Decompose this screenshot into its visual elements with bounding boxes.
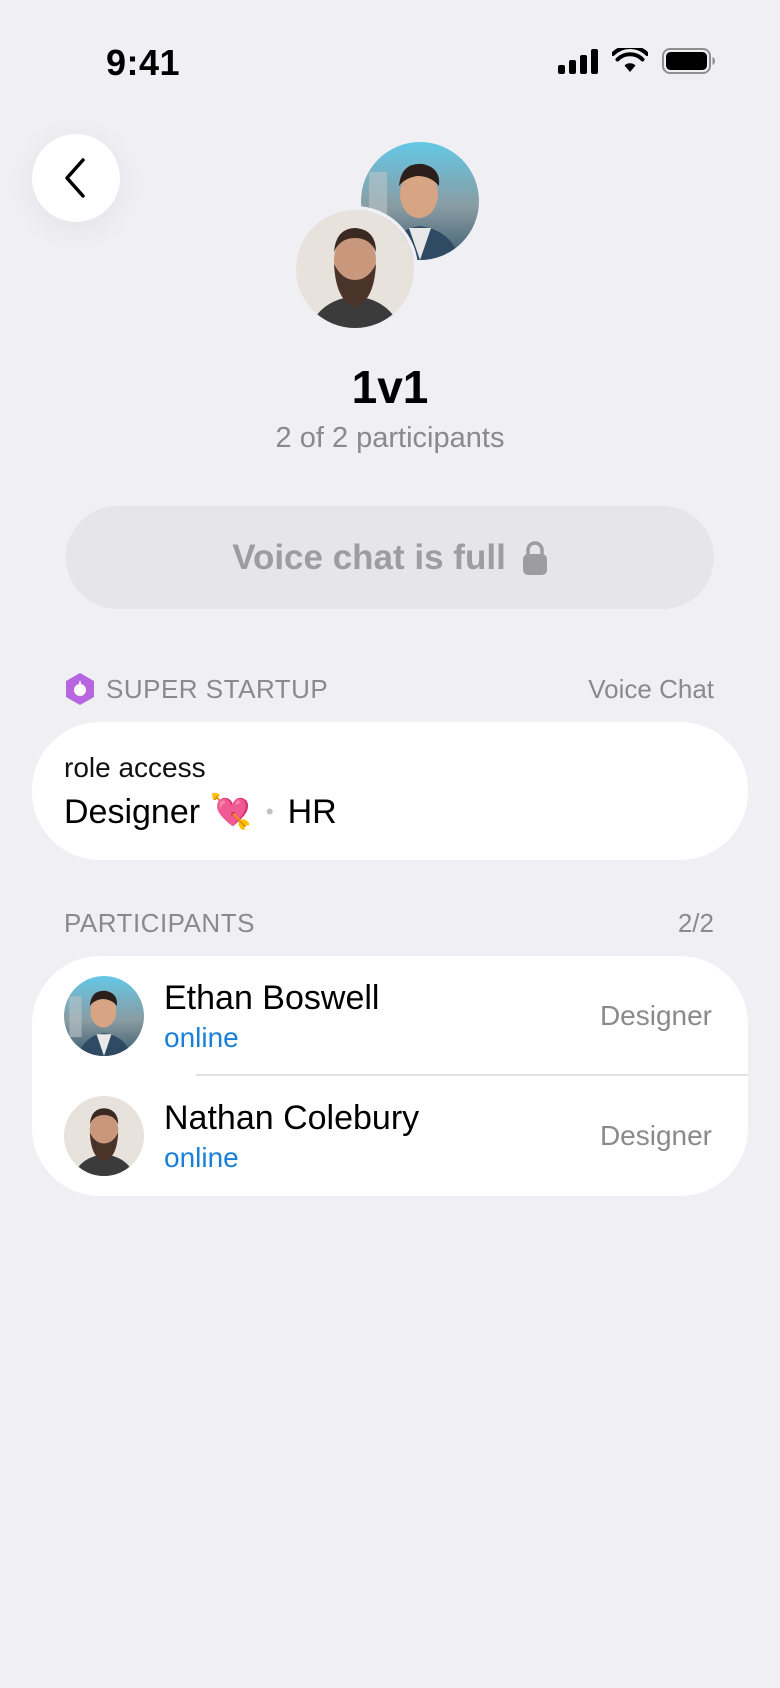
- participant-status: online: [164, 1021, 239, 1053]
- avatar: [292, 206, 418, 332]
- chat-type-label: Voice Chat: [588, 673, 714, 704]
- participants-list: Ethan Boswell online Designer Nathan Col…: [32, 956, 748, 1196]
- role-access-label: role access: [64, 752, 206, 783]
- participant-info: Nathan Colebury online: [164, 1099, 600, 1174]
- chat-title: 1v1: [351, 361, 429, 413]
- participant-row[interactable]: Nathan Colebury online Designer: [64, 1076, 748, 1196]
- avatar: [64, 976, 144, 1056]
- participant-row[interactable]: Ethan Boswell online Designer: [64, 956, 748, 1076]
- avatar: [64, 1096, 144, 1176]
- participant-name: Ethan Boswell: [164, 978, 380, 1017]
- status-bar: 9:41: [0, 0, 780, 130]
- role-list: Designer 💘 • HR: [64, 792, 716, 832]
- battery-icon: [662, 48, 715, 74]
- lock-icon: [522, 540, 547, 575]
- status-time: 9:41: [106, 42, 181, 83]
- role-access-card: role access Designer 💘 • HR: [32, 722, 748, 860]
- org-logo-icon: [66, 673, 94, 705]
- status-icons: [558, 48, 716, 74]
- participant-name: Nathan Colebury: [164, 1098, 420, 1137]
- participant-role: Designer: [599, 1000, 712, 1031]
- participants-header: PARTICIPANTS 2/2: [64, 908, 714, 939]
- participant-avatar-stack: [292, 138, 492, 333]
- participants-count: 2/2: [677, 908, 714, 938]
- join-voice-chat-button[interactable]: Voice chat is full: [66, 506, 714, 609]
- back-button[interactable]: [32, 134, 120, 222]
- org-name: SUPER STARTUP: [106, 673, 329, 704]
- wifi-icon: [612, 48, 648, 72]
- cellular-signal-icon: [558, 48, 598, 74]
- participants-header-label: PARTICIPANTS: [64, 908, 255, 938]
- participant-status: online: [164, 1141, 239, 1173]
- org-header: SUPER STARTUP Voice Chat: [64, 672, 714, 706]
- role-tag: Designer 💘: [64, 793, 252, 831]
- participants-summary: 2 of 2 participants: [275, 422, 505, 454]
- participant-info: Ethan Boswell online: [164, 979, 600, 1054]
- separator-dot: •: [265, 799, 274, 824]
- voice-chat-screen: 9:41 1v1 2 of 2 participants Voice chat …: [0, 0, 780, 1688]
- role-tag: HR: [287, 792, 337, 831]
- join-button-label: Voice chat is full: [232, 537, 506, 577]
- chevron-left-icon: [65, 158, 85, 198]
- participant-role: Designer: [599, 1120, 712, 1151]
